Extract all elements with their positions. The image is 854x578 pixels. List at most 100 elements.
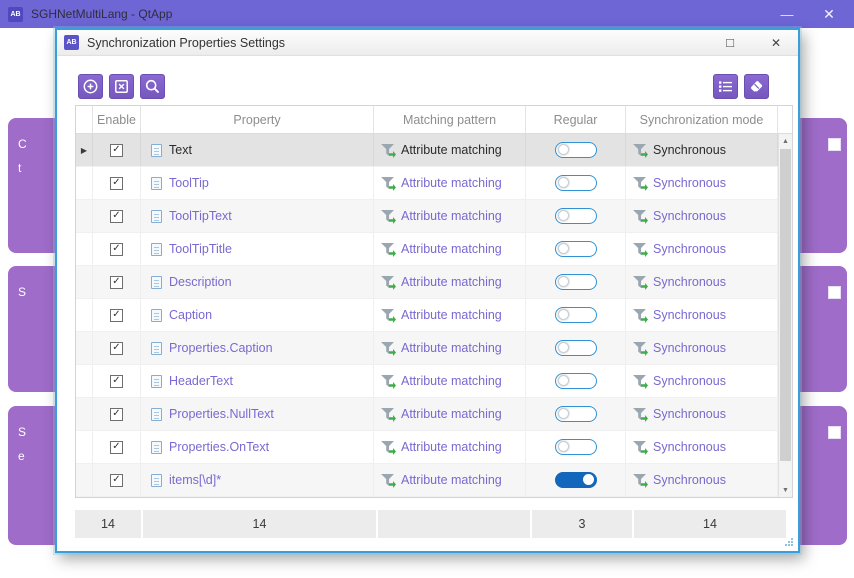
table-row[interactable]: ✓ ToolTipText Attribute matching Synchro… <box>76 200 792 233</box>
maximize-button[interactable]: □ <box>715 32 745 54</box>
toggle-knob <box>582 474 594 485</box>
filter-icon[interactable] <box>381 342 394 354</box>
panel-checkbox[interactable] <box>828 286 841 299</box>
enable-checkbox[interactable]: ✓ <box>110 407 123 421</box>
table-row[interactable]: ▶ ✓ Text Attribute matching Synchronous <box>76 134 792 167</box>
scrollbar-thumb[interactable] <box>780 149 791 461</box>
row-selector-cell[interactable] <box>76 365 93 397</box>
toolbar-left <box>78 74 165 99</box>
filter-icon[interactable] <box>381 144 394 156</box>
row-selector-cell[interactable] <box>76 431 93 463</box>
row-selector-cell[interactable] <box>76 200 93 232</box>
filter-icon[interactable] <box>381 309 394 321</box>
regular-toggle[interactable] <box>554 373 597 389</box>
enable-checkbox[interactable]: ✓ <box>110 242 123 256</box>
regular-toggle[interactable] <box>554 340 597 356</box>
regular-toggle[interactable] <box>554 241 597 257</box>
column-header-mode[interactable]: Synchronization mode <box>626 106 778 133</box>
regular-toggle[interactable] <box>554 406 597 422</box>
column-header-property[interactable]: Property <box>141 106 374 133</box>
column-header-regular[interactable]: Regular <box>526 106 626 133</box>
filter-icon[interactable] <box>633 144 646 156</box>
minimize-button[interactable]: — <box>770 0 804 28</box>
clear-button[interactable] <box>744 74 769 99</box>
enable-checkbox[interactable]: ✓ <box>110 374 123 388</box>
table-row[interactable]: ✓ items[\d]* Attribute matching Synchron… <box>76 464 792 497</box>
dialog-close-button[interactable]: ✕ <box>761 32 791 54</box>
filter-icon[interactable] <box>381 210 394 222</box>
filter-icon[interactable] <box>381 243 394 255</box>
table-row[interactable]: ✓ Caption Attribute matching Synchronous <box>76 299 792 332</box>
filter-icon[interactable] <box>633 474 646 486</box>
table-row[interactable]: ✓ ToolTip Attribute matching Synchronous <box>76 167 792 200</box>
filter-icon[interactable] <box>633 210 646 222</box>
filter-icon[interactable] <box>381 474 394 486</box>
scroll-up-icon[interactable]: ▲ <box>779 134 792 148</box>
regular-toggle[interactable] <box>554 175 597 191</box>
filter-icon[interactable] <box>381 441 394 453</box>
enable-checkbox[interactable]: ✓ <box>110 209 123 223</box>
enable-checkbox[interactable]: ✓ <box>110 341 123 355</box>
scroll-down-icon[interactable]: ▼ <box>779 483 792 497</box>
filter-icon[interactable] <box>633 177 646 189</box>
column-header-enable[interactable]: Enable <box>93 106 141 133</box>
panel-checkbox[interactable] <box>828 138 841 151</box>
filter-icon[interactable] <box>381 408 394 420</box>
table-row[interactable]: ✓ Properties.NullText Attribute matching… <box>76 398 792 431</box>
row-selector-cell[interactable] <box>76 299 93 331</box>
panel-text-fragment: C t <box>18 137 27 175</box>
filter-icon[interactable] <box>633 375 646 387</box>
table-row[interactable]: ✓ ToolTipTitle Attribute matching Synchr… <box>76 233 792 266</box>
search-button[interactable] <box>140 74 165 99</box>
enable-checkbox[interactable]: ✓ <box>110 440 123 454</box>
parent-window-titlebar: AB SGHNetMultiLang - QtApp — ✕ <box>0 0 854 28</box>
filter-icon[interactable] <box>381 177 394 189</box>
background-panel: C t <box>8 118 55 253</box>
regular-toggle[interactable] <box>554 472 597 488</box>
delete-button[interactable] <box>109 74 134 99</box>
toggle-knob <box>557 243 569 254</box>
summary-mode-count: 14 <box>634 510 786 538</box>
regular-toggle[interactable] <box>554 142 597 158</box>
table-row[interactable]: ✓ HeaderText Attribute matching Synchron… <box>76 365 792 398</box>
table-row[interactable]: ✓ Description Attribute matching Synchro… <box>76 266 792 299</box>
close-button[interactable]: ✕ <box>812 0 846 28</box>
row-selector-cell[interactable]: ▶ <box>76 134 93 166</box>
detail-list-button[interactable] <box>713 74 738 99</box>
panel-checkbox[interactable] <box>828 426 841 439</box>
filter-icon[interactable] <box>633 441 646 453</box>
filter-icon[interactable] <box>381 375 394 387</box>
regular-toggle[interactable] <box>554 208 597 224</box>
filter-icon[interactable] <box>633 276 646 288</box>
filter-icon[interactable] <box>633 243 646 255</box>
filter-icon[interactable] <box>381 276 394 288</box>
mode-value: Synchronous <box>653 275 726 289</box>
row-selector-cell[interactable] <box>76 233 93 265</box>
row-selector-cell[interactable] <box>76 332 93 364</box>
table-row[interactable]: ✓ Properties.Caption Attribute matching … <box>76 332 792 365</box>
add-button[interactable] <box>78 74 103 99</box>
resize-grip[interactable] <box>791 544 793 546</box>
column-header-pattern[interactable]: Matching pattern <box>374 106 526 133</box>
enable-checkbox[interactable]: ✓ <box>110 143 123 157</box>
property-name: Properties.OnText <box>169 440 270 454</box>
row-selector-cell[interactable] <box>76 398 93 430</box>
dialog-titlebar[interactable]: AB Synchronization Properties Settings □… <box>57 30 798 56</box>
filter-icon[interactable] <box>633 342 646 354</box>
regular-toggle[interactable] <box>554 439 597 455</box>
row-selector-cell[interactable] <box>76 167 93 199</box>
toggle-knob <box>557 309 569 320</box>
filter-icon[interactable] <box>633 408 646 420</box>
table-row[interactable]: ✓ Properties.OnText Attribute matching S… <box>76 431 792 464</box>
summary-regular-count: 3 <box>532 510 632 538</box>
filter-icon[interactable] <box>633 309 646 321</box>
vertical-scrollbar[interactable]: ▲ ▼ <box>778 134 792 497</box>
row-selector-cell[interactable] <box>76 266 93 298</box>
row-selector-cell[interactable] <box>76 464 93 496</box>
enable-checkbox[interactable]: ✓ <box>110 308 123 322</box>
enable-checkbox[interactable]: ✓ <box>110 275 123 289</box>
enable-checkbox[interactable]: ✓ <box>110 473 123 487</box>
enable-checkbox[interactable]: ✓ <box>110 176 123 190</box>
regular-toggle[interactable] <box>554 307 597 323</box>
regular-toggle[interactable] <box>554 274 597 290</box>
